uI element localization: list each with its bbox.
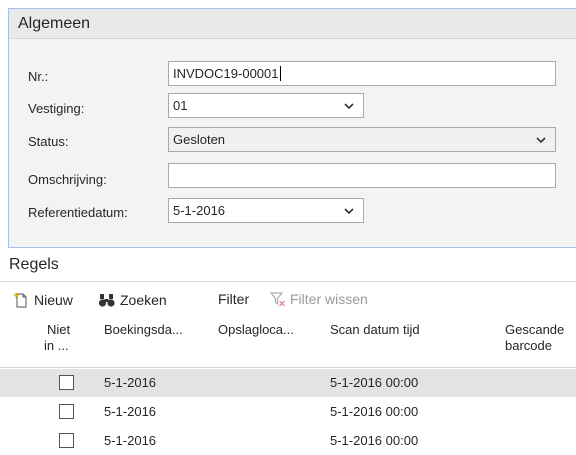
- posting-date-cell: 5-1-2016: [104, 404, 157, 419]
- lines-grid-header: Niet in ... Boekingsda... Opslagloca... …: [0, 316, 576, 368]
- status-value: Gesloten: [173, 132, 226, 147]
- not-in-checkbox[interactable]: [59, 375, 74, 390]
- column-header-scan-datetime[interactable]: Scan datum tijd: [330, 322, 420, 338]
- status-select[interactable]: Gesloten: [168, 127, 556, 152]
- scan-datetime-cell: 5-1-2016 00:00: [330, 433, 419, 448]
- description-field[interactable]: [168, 163, 556, 188]
- nr-value: INVDOC19-00001: [173, 66, 279, 81]
- location-select[interactable]: 01: [168, 93, 364, 118]
- column-header-not-in[interactable]: Niet in ...: [44, 322, 70, 354]
- chevron-down-icon: [344, 103, 354, 110]
- column-header-scanned-barcode[interactable]: Gescande barcode: [505, 322, 564, 354]
- lines-divider: [0, 281, 576, 282]
- clear-filter-button[interactable]: Filter wissen: [270, 291, 368, 307]
- chevron-down-icon: [344, 208, 354, 215]
- location-value: 01: [173, 98, 188, 113]
- general-fasttab: Algemeen Nr.: INVDOC19-00001 Vestiging: …: [8, 8, 576, 248]
- column-header-posting-date[interactable]: Boekingsda...: [104, 322, 183, 338]
- reference-date-select[interactable]: 5-1-2016: [168, 198, 364, 223]
- table-row[interactable]: 5-1-2016 5-1-2016 00:00: [0, 427, 576, 455]
- posting-date-cell: 5-1-2016: [104, 375, 157, 390]
- reference-date-label: Referentiedatum:: [28, 205, 128, 220]
- scan-datetime-cell: 5-1-2016 00:00: [330, 375, 419, 390]
- clear-filter-icon: [270, 292, 285, 307]
- new-button[interactable]: Nieuw: [12, 291, 73, 309]
- column-header-not-in-line2: in ...: [44, 338, 69, 353]
- not-in-checkbox[interactable]: [59, 404, 74, 419]
- lines-title[interactable]: Regels: [9, 256, 59, 274]
- binoculars-icon: [98, 294, 115, 307]
- search-button-label: Zoeken: [120, 292, 167, 308]
- reference-date-value: 5-1-2016: [173, 203, 226, 218]
- status-label: Status:: [28, 134, 69, 149]
- table-row[interactable]: 5-1-2016 5-1-2016 00:00: [0, 369, 576, 397]
- nr-field[interactable]: INVDOC19-00001: [168, 61, 556, 86]
- nr-label: Nr.:: [28, 69, 49, 84]
- location-label: Vestiging:: [28, 101, 85, 116]
- posting-date-cell: 5-1-2016: [104, 433, 157, 448]
- general-fasttab-title: Algemeen: [18, 15, 91, 32]
- column-header-not-in-line1: Niet: [47, 322, 71, 337]
- scan-datetime-cell: 5-1-2016 00:00: [330, 404, 419, 419]
- lines-action-bar: Nieuw Zoeken Filter Filter wissen: [0, 287, 576, 313]
- table-row[interactable]: 5-1-2016 5-1-2016 00:00: [0, 398, 576, 426]
- filter-button[interactable]: Filter: [218, 291, 249, 307]
- filter-button-label: Filter: [218, 291, 250, 307]
- general-fasttab-header[interactable]: Algemeen: [9, 9, 576, 39]
- text-cursor: [279, 66, 281, 81]
- new-document-icon: [12, 292, 27, 308]
- column-header-scanned-barcode-line2: barcode: [505, 338, 552, 353]
- description-label: Omschrijving:: [28, 172, 107, 187]
- new-button-label: Nieuw: [34, 292, 73, 308]
- chevron-down-icon: [536, 137, 546, 144]
- not-in-checkbox[interactable]: [59, 433, 74, 448]
- column-header-storage-location[interactable]: Opslagloca...: [218, 322, 294, 338]
- search-button[interactable]: Zoeken: [98, 291, 167, 309]
- clear-filter-button-label: Filter wissen: [290, 291, 368, 307]
- column-header-scanned-barcode-line1: Gescande: [505, 322, 565, 337]
